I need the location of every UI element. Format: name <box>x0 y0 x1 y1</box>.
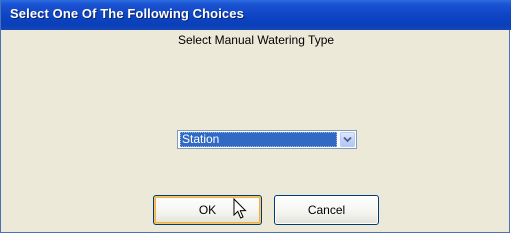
cancel-button-label: Cancel <box>307 203 346 217</box>
dropdown-button[interactable] <box>340 132 355 147</box>
dialog-titlebar[interactable]: Select One Of The Following Choices <box>1 0 511 30</box>
selected-option[interactable]: Station <box>180 132 337 147</box>
dialog-prompt: Select Manual Watering Type <box>177 33 335 47</box>
chevron-down-icon <box>343 136 352 143</box>
mouse-pointer-icon <box>233 198 247 219</box>
ok-button-label: OK <box>198 203 217 217</box>
dialog-title: Select One Of The Following Choices <box>10 6 244 21</box>
cancel-button[interactable]: Cancel <box>274 195 379 225</box>
choice-dialog: Select One Of The Following Choices Sele… <box>0 0 511 233</box>
watering-type-select[interactable]: Station <box>177 130 357 149</box>
